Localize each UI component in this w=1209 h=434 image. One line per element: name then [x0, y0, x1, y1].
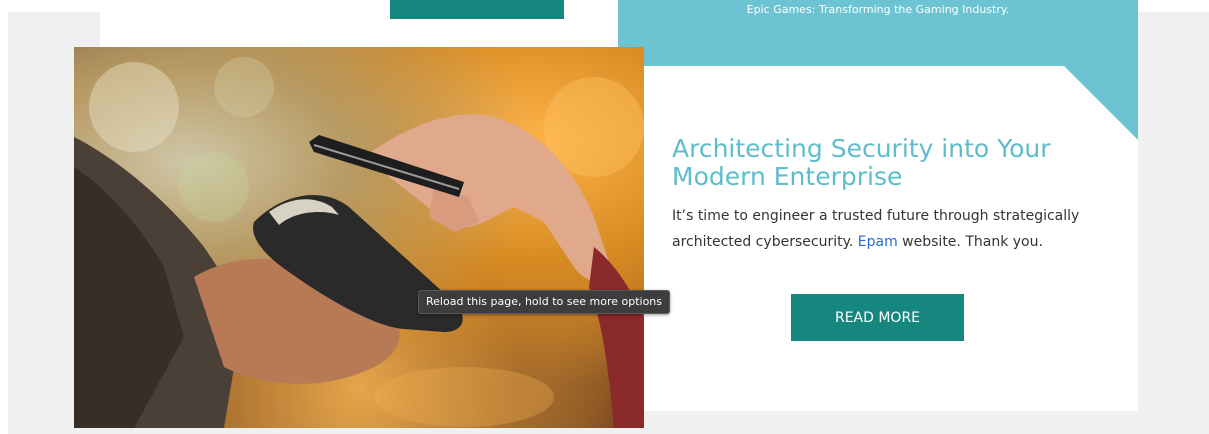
browser-tooltip: Reload this page, hold to see more optio… [418, 290, 671, 314]
article-description-tail: website. Thank you. [897, 234, 1043, 250]
previous-article-caption: Epic Games: Transforming the Gaming Indu… [746, 3, 1010, 16]
red-sleeve [589, 247, 644, 428]
bokeh-light [179, 152, 249, 222]
bokeh-light [374, 367, 554, 427]
previous-article-banner: Epic Games: Transforming the Gaming Indu… [618, 0, 1138, 66]
read-more-button[interactable]: READ MORE [791, 294, 964, 341]
article-description: It’s time to engineer a trusted future t… [672, 203, 1092, 255]
bokeh-light [214, 57, 274, 117]
epam-link[interactable]: Epam [858, 234, 898, 250]
bokeh-light [89, 62, 179, 152]
payment-photo-illustration [74, 57, 644, 428]
article-photo [74, 47, 644, 428]
previous-card-button[interactable] [390, 0, 564, 19]
article-title[interactable]: Architecting Security into Your Modern E… [672, 135, 1112, 191]
